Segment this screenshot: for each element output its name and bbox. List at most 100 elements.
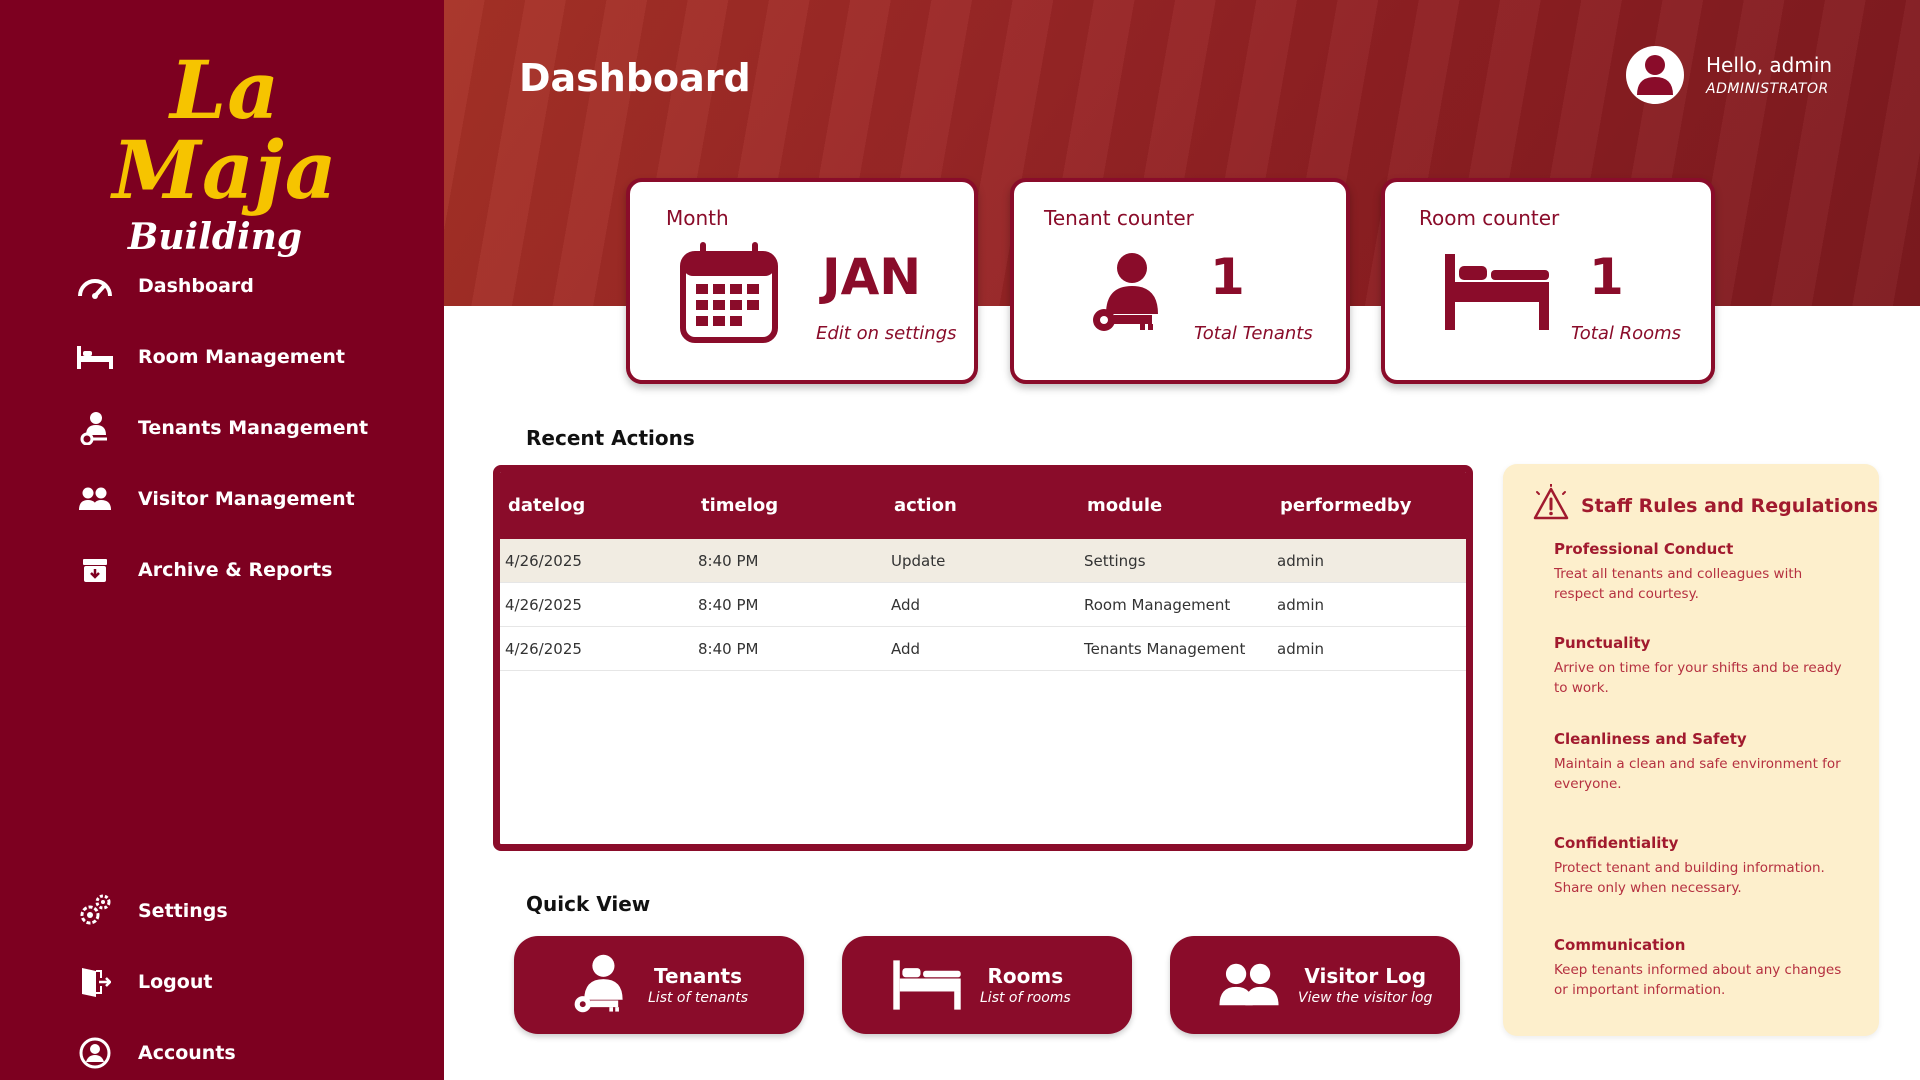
table-cell: Add xyxy=(891,639,921,658)
rule-item: Communication Keep tenants informed abou… xyxy=(1554,936,1854,1001)
sidebar-item-label: Room Management xyxy=(138,345,346,368)
table-header: datelog timelog action module performedb… xyxy=(500,472,1466,539)
rule-text: Keep tenants informed about any changes … xyxy=(1554,962,1842,999)
column-header[interactable]: module xyxy=(1079,495,1272,516)
column-header[interactable]: performedby xyxy=(1272,495,1462,516)
bed-icon xyxy=(76,338,114,376)
card-title: Tenant counter xyxy=(1044,206,1194,230)
sidebar-item-label: Settings xyxy=(138,899,228,922)
quick-view-label: Tenants xyxy=(654,964,743,988)
quick-view-rooms-button[interactable]: Rooms List of rooms xyxy=(842,936,1132,1034)
page-title: Dashboard xyxy=(519,56,751,100)
gears-icon xyxy=(76,892,114,930)
rule-title: Cleanliness and Safety xyxy=(1554,730,1747,748)
month-edit-hint: Edit on settings xyxy=(816,323,957,344)
sidebar: La Maja Building Dashboard Room Manageme… xyxy=(0,0,444,1080)
sidebar-item-label: Visitor Management xyxy=(138,487,355,510)
room-count-label: Total Rooms xyxy=(1571,323,1682,344)
calendar-icon xyxy=(680,240,778,348)
sidebar-item-tenants-management[interactable]: Tenants Management xyxy=(0,392,444,463)
sidebar-item-visitor-management[interactable]: Visitor Management xyxy=(0,463,444,534)
users-icon xyxy=(76,480,114,518)
sidebar-nav: Dashboard Room Management Tenants Manage… xyxy=(0,250,444,605)
user-greeting: Hello, admin xyxy=(1706,53,1833,77)
month-value: JAN xyxy=(822,248,922,306)
quick-view-sublabel: View the visitor log xyxy=(1298,990,1433,1006)
quick-view-tenants-button[interactable]: Tenants List of tenants xyxy=(514,936,804,1034)
tenant-key-icon xyxy=(1090,252,1162,340)
table-cell: 4/26/2025 xyxy=(505,551,582,570)
table-row[interactable]: 4/26/2025 8:40 PM Update Settings admin xyxy=(500,539,1466,583)
rule-text: Treat all tenants and colleagues with re… xyxy=(1554,566,1803,603)
quick-view-sublabel: List of tenants xyxy=(648,990,749,1006)
sidebar-item-dashboard[interactable]: Dashboard xyxy=(0,250,444,321)
table-cell: admin xyxy=(1277,639,1324,658)
table-cell: Tenants Management xyxy=(1084,639,1246,658)
sidebar-item-label: Tenants Management xyxy=(138,416,369,439)
tenant-counter-card: Tenant counter 1 Total Tenants xyxy=(1010,178,1350,384)
table-cell: admin xyxy=(1277,595,1324,614)
table-cell: 8:40 PM xyxy=(698,639,759,658)
card-title: Month xyxy=(666,206,729,230)
table-cell: admin xyxy=(1277,551,1324,570)
rules-header: Staff Rules and Regulations xyxy=(1531,483,1878,528)
table-cell: Room Management xyxy=(1084,595,1231,614)
room-counter-card: Room counter 1 Total Rooms xyxy=(1381,178,1715,384)
sidebar-item-archive-reports[interactable]: Archive & Reports xyxy=(0,534,444,605)
rule-item: Cleanliness and Safety Maintain a clean … xyxy=(1554,730,1854,795)
column-header[interactable]: action xyxy=(886,495,1079,516)
user-icon xyxy=(1637,55,1673,95)
warning-icon xyxy=(1531,483,1571,528)
staff-rules-panel: Staff Rules and Regulations Professional… xyxy=(1503,464,1879,1036)
sidebar-item-settings[interactable]: Settings xyxy=(0,875,444,946)
tenant-count-label: Total Tenants xyxy=(1194,323,1313,344)
quick-view-visitor-log-button[interactable]: Visitor Log View the visitor log xyxy=(1170,936,1460,1034)
recent-actions-title: Recent Actions xyxy=(526,426,695,450)
table-cell: Add xyxy=(891,595,921,614)
door-exit-icon xyxy=(76,963,114,1001)
tenant-key-icon xyxy=(76,409,114,447)
rule-text: Arrive on time for your shifts and be re… xyxy=(1554,660,1842,697)
rule-text: Protect tenant and building information.… xyxy=(1554,860,1825,897)
room-count: 1 xyxy=(1589,248,1624,306)
avatar xyxy=(1626,46,1684,104)
rule-item: Professional Conduct Treat all tenants a… xyxy=(1554,540,1854,605)
table-cell: 8:40 PM xyxy=(698,551,759,570)
brand-name: La Maja xyxy=(112,43,338,217)
table-cell: 4/26/2025 xyxy=(505,595,582,614)
rule-text: Maintain a clean and safe environment fo… xyxy=(1554,756,1841,793)
quick-view-sublabel: List of rooms xyxy=(980,990,1071,1006)
rule-title: Confidentiality xyxy=(1554,834,1679,852)
table-cell: Settings xyxy=(1084,551,1146,570)
table-cell: Update xyxy=(891,551,946,570)
rule-item: Punctuality Arrive on time for your shif… xyxy=(1554,634,1854,699)
sidebar-item-logout[interactable]: Logout xyxy=(0,946,444,1017)
archive-icon xyxy=(76,551,114,589)
table-row[interactable]: 4/26/2025 8:40 PM Add Tenants Management… xyxy=(500,627,1466,671)
brand-logo: La Maja Building xyxy=(55,50,395,258)
quick-view-label: Visitor Log xyxy=(1304,964,1427,988)
tenant-key-icon xyxy=(564,950,634,1020)
table-row[interactable]: 4/26/2025 8:40 PM Add Room Management ad… xyxy=(500,583,1466,627)
sidebar-bottom-nav: Settings Logout Accounts xyxy=(0,875,444,1080)
sidebar-item-label: Dashboard xyxy=(138,274,254,297)
user-profile[interactable]: Hello, admin ADMINISTRATOR xyxy=(1626,46,1832,104)
user-role: ADMINISTRATOR xyxy=(1706,81,1829,97)
sidebar-item-label: Accounts xyxy=(138,1041,236,1064)
column-header[interactable]: datelog xyxy=(500,495,693,516)
month-card: Month JAN Edit on settings xyxy=(626,178,978,384)
sidebar-item-room-management[interactable]: Room Management xyxy=(0,321,444,392)
column-header[interactable]: timelog xyxy=(693,495,886,516)
users-icon xyxy=(1214,950,1284,1020)
quick-view-label: Rooms xyxy=(987,964,1064,988)
rule-title: Communication xyxy=(1554,936,1686,954)
bed-icon xyxy=(1443,252,1551,336)
card-title: Room counter xyxy=(1419,206,1560,230)
recent-actions-table: datelog timelog action module performedb… xyxy=(493,465,1473,851)
rule-item: Confidentiality Protect tenant and build… xyxy=(1554,834,1854,899)
quick-view-title: Quick View xyxy=(526,892,651,916)
gauge-icon xyxy=(76,267,114,305)
sidebar-item-accounts[interactable]: Accounts xyxy=(0,1017,444,1080)
user-circle-icon xyxy=(76,1034,114,1072)
table-cell: 4/26/2025 xyxy=(505,639,582,658)
